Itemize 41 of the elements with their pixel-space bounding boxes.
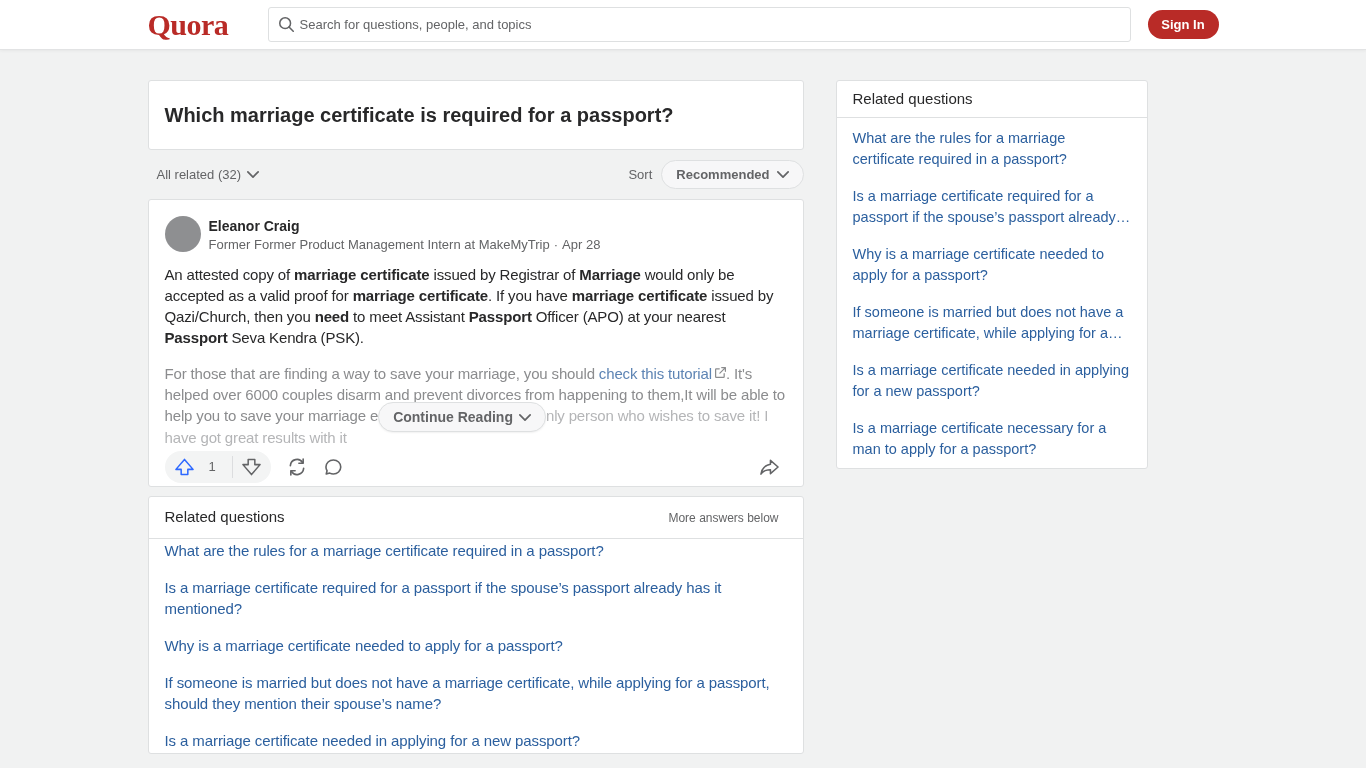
chevron-down-icon (776, 171, 789, 178)
external-link-icon (714, 367, 726, 378)
author-credential[interactable]: Former Former Product Management Intern at MakeMyTrip (208, 236, 550, 254)
share-arrow-icon (760, 459, 779, 476)
answer-paragraph: An attested copy of marriage certificate issued by Registrar of Marriage would only be accepted as a valid proof for marriage certificate. If you have marriage certificate issued by Qazi/Church, then you need to meet Assistant Passport Officer (APO) at your nearest Passport Seva Kendra (PSK). (164, 265, 775, 348)
separator-dot: · (553, 236, 559, 254)
question-link[interactable]: What are the rules for a marriage certificate required in a passport? (164, 540, 787, 562)
question-link[interactable]: Is a marriage certificate necessary for a man to apply for a passport? (852, 418, 1131, 460)
sort-dropdown[interactable]: Recommended (661, 160, 804, 189)
search-icon (278, 17, 294, 32)
search-field[interactable]: Search for questions, people, and topics (267, 7, 1131, 42)
question-link[interactable]: Is a marriage certificate required for a passport if the spouse’s passport already has it mentioned? (164, 577, 787, 620)
chevron-down-icon (247, 171, 260, 178)
sign-in-button[interactable]: Sign In (1147, 10, 1219, 39)
question-link[interactable]: If someone is married but does not have a marriage certificate, while applying for a passport, should they mention their spouse’s name? (164, 672, 787, 715)
site-logo[interactable]: Quora (147, 9, 235, 40)
question-link[interactable]: What are the rules for a marriage certificate required in a passport? (852, 128, 1131, 170)
tutorial-link[interactable]: check this tutorial (598, 365, 726, 382)
more-answers-note: More answers below (668, 509, 779, 527)
reshare-icon (287, 458, 306, 477)
chevron-down-icon (518, 413, 531, 421)
question-link[interactable]: If someone is married but does not have a marriage certificate, while applying for a… (852, 302, 1131, 344)
question-link[interactable]: Why is a marriage certificate needed to apply for a passport? (852, 244, 1131, 286)
downvote-arrow-icon (241, 458, 261, 477)
card-heading: Related questions (164, 507, 285, 528)
question-link[interactable]: Is a marriage certificate needed in applying for a new passport? (164, 730, 787, 752)
faded-paragraph: For those that are finding a way to save your marriage, you should check this tutorial . It's helped over 6000 couples disarm and prevent divorces from happening to them,It will be able to help you to save your marriage e Continue Reading nly person who wishes to save it! I have got great results with it (164, 364, 786, 449)
question-title: Which marriage certificate is required for a passport? (164, 103, 675, 128)
comment-icon (325, 459, 343, 476)
author-name[interactable]: Eleanor Craig (208, 216, 601, 236)
question-link[interactable]: Is a marriage certificate needed in applying for a new passport? (852, 360, 1131, 402)
upvote-arrow-icon (174, 458, 194, 477)
all-related-dropdown[interactable]: All related (32) (156, 164, 260, 185)
answer-date[interactable]: Apr 28 (562, 236, 601, 254)
continue-reading-button[interactable]: Continue Reading (378, 402, 546, 433)
avatar-placeholder[interactable] (164, 216, 201, 252)
upvote-button[interactable]: 1 (164, 451, 232, 484)
sort-label: Sort (628, 165, 653, 184)
question-link[interactable]: Why is a marriage certificate needed to apply for a passport? (164, 635, 787, 657)
question-link[interactable]: Is a marriage certificate required for a passport if the spouse’s passport already… (852, 186, 1131, 228)
card-heading: Related questions (852, 88, 973, 109)
